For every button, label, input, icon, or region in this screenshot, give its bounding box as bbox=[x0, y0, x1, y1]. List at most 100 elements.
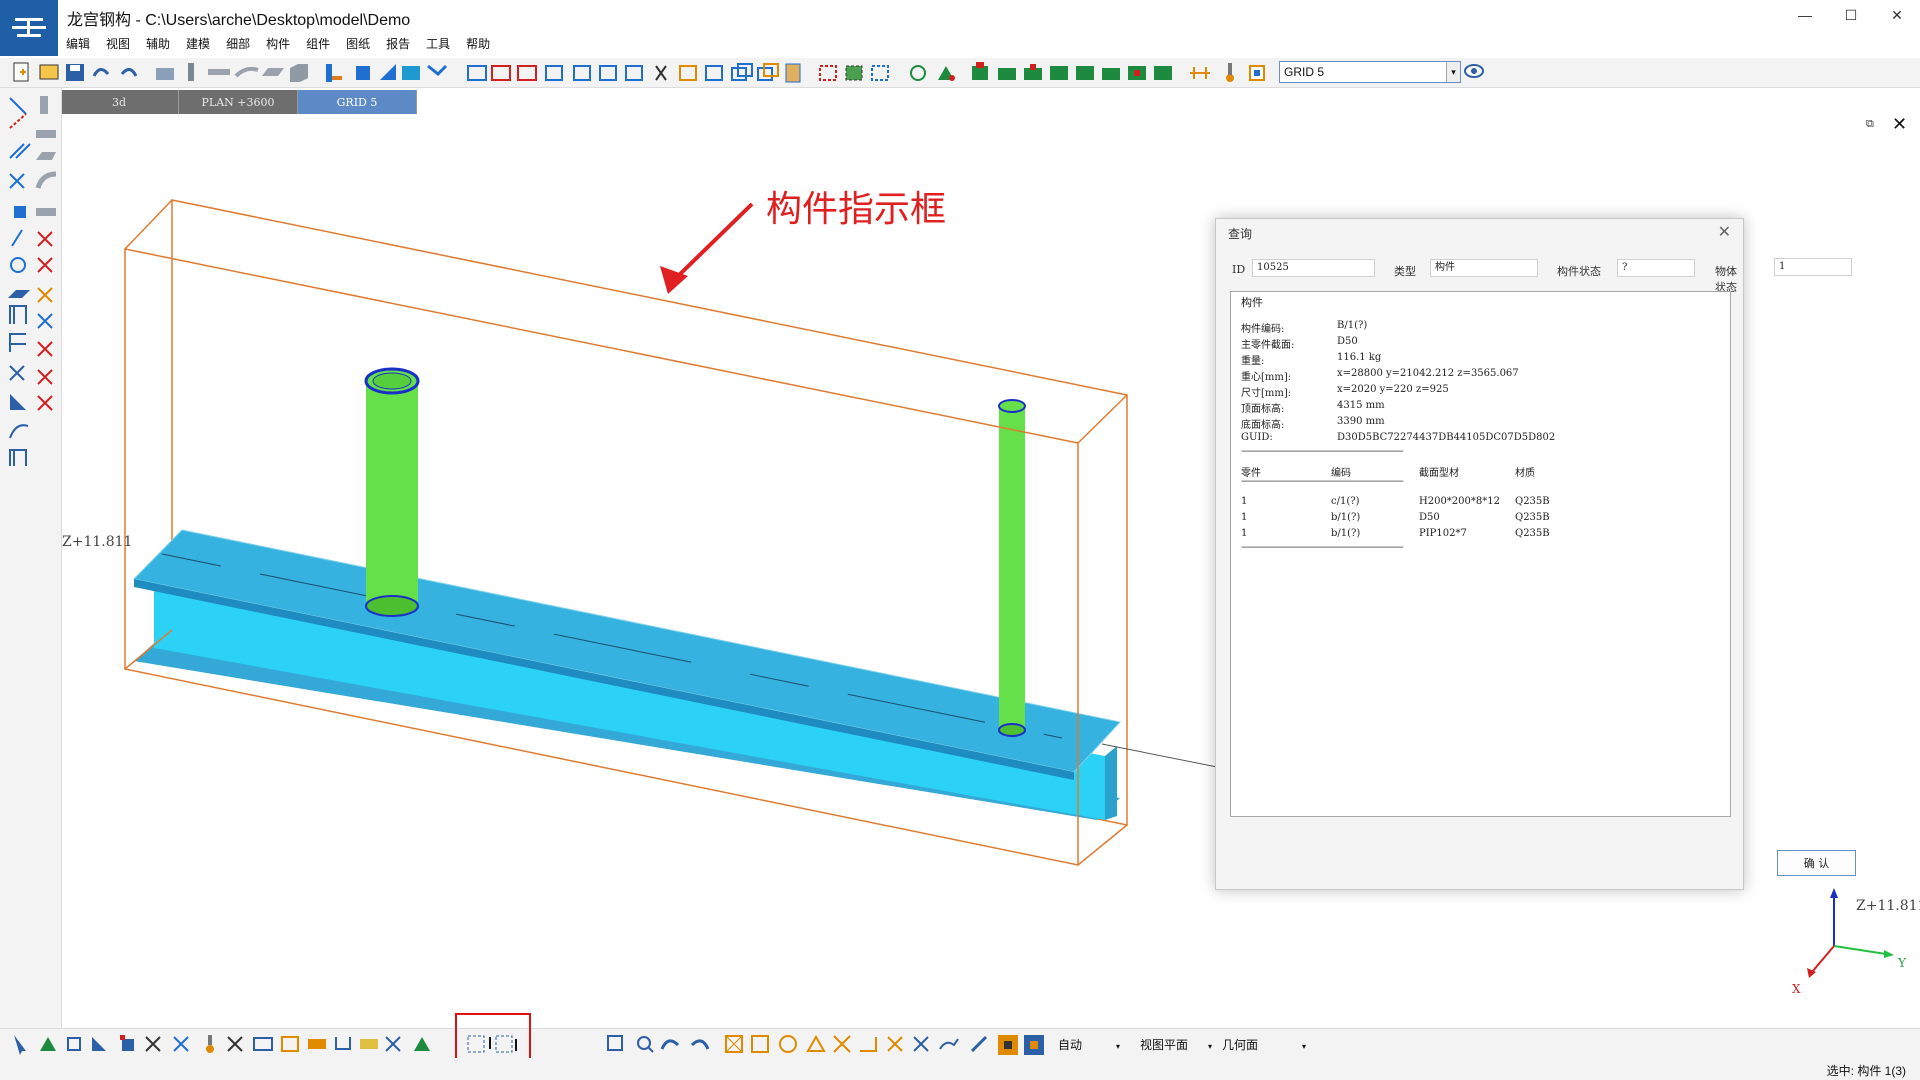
save-icon[interactable] bbox=[66, 64, 84, 81]
undo-icon[interactable] bbox=[92, 68, 110, 77]
field-id-input[interactable]: 10525 bbox=[1252, 259, 1375, 277]
plane-tool-icon[interactable] bbox=[8, 290, 30, 298]
column-icon[interactable] bbox=[156, 68, 174, 80]
node-4-icon[interactable] bbox=[1050, 66, 1068, 80]
node-1-icon[interactable] bbox=[972, 62, 988, 80]
select-triangle-icon[interactable] bbox=[92, 1037, 106, 1051]
field-type-input[interactable]: 构件 bbox=[1430, 259, 1538, 277]
select-square-icon[interactable] bbox=[120, 1035, 134, 1051]
weld-5-icon[interactable] bbox=[37, 341, 53, 357]
node-2-icon[interactable] bbox=[998, 68, 1016, 80]
weld-2-icon[interactable] bbox=[37, 257, 53, 273]
frame-tool-icon[interactable] bbox=[9, 305, 27, 324]
beam-tool-icon[interactable] bbox=[36, 130, 56, 138]
select-rect-icon[interactable] bbox=[67, 1037, 81, 1051]
frame-2-icon[interactable] bbox=[9, 333, 26, 352]
menu-assist[interactable]: 辅助 bbox=[138, 34, 178, 54]
zoom-window-icon[interactable] bbox=[607, 1035, 623, 1051]
node-6-icon[interactable] bbox=[1102, 68, 1120, 80]
plate-icon[interactable] bbox=[262, 68, 284, 76]
grid-2-icon[interactable] bbox=[573, 65, 591, 81]
menu-component[interactable]: 组件 bbox=[298, 34, 338, 54]
highlight-icon[interactable] bbox=[1249, 65, 1265, 81]
select-mode-dropdown[interactable]: 自动 ▾ bbox=[1058, 1036, 1120, 1053]
menu-drawing[interactable]: 图纸 bbox=[338, 34, 378, 54]
redo-view-icon[interactable] bbox=[690, 1039, 710, 1050]
snap-on-1-icon[interactable] bbox=[998, 1035, 1018, 1055]
weld-6-icon[interactable] bbox=[37, 369, 53, 385]
snap-perp-icon[interactable] bbox=[860, 1037, 877, 1052]
snap-arrow-icon[interactable] bbox=[970, 1035, 988, 1053]
snap-rect-icon[interactable] bbox=[751, 1035, 769, 1053]
select-box-icon[interactable] bbox=[819, 65, 837, 81]
edge-snap-icon[interactable] bbox=[308, 1039, 326, 1049]
dialog-close-icon[interactable]: ✕ bbox=[1718, 222, 1731, 241]
grid-snap-icon[interactable] bbox=[281, 1036, 299, 1052]
undo-view-icon[interactable] bbox=[660, 1039, 680, 1050]
menu-report[interactable]: 报告 bbox=[378, 34, 418, 54]
view-3-icon[interactable] bbox=[517, 65, 537, 81]
snap-on-2-icon[interactable] bbox=[1024, 1035, 1044, 1055]
new-file-icon[interactable] bbox=[13, 62, 29, 82]
snap-mid-icon[interactable] bbox=[887, 1036, 903, 1052]
brace-tool-icon[interactable] bbox=[9, 365, 25, 381]
axis-snap-icon[interactable] bbox=[385, 1036, 401, 1052]
pin-icon[interactable] bbox=[1226, 63, 1234, 82]
rect-tool-icon[interactable] bbox=[14, 206, 26, 218]
grid-icon[interactable] bbox=[545, 65, 563, 81]
ramp-tool-icon[interactable] bbox=[10, 394, 26, 410]
weld-7-icon[interactable] bbox=[37, 395, 53, 411]
mid-snap-icon[interactable] bbox=[360, 1039, 378, 1049]
corner-icon[interactable] bbox=[380, 64, 396, 80]
select-pointer-icon[interactable] bbox=[14, 1035, 26, 1055]
fit-icon[interactable] bbox=[679, 65, 697, 81]
open-file-icon[interactable] bbox=[39, 64, 59, 80]
node-8-icon[interactable] bbox=[1154, 66, 1172, 80]
select-point-icon[interactable] bbox=[40, 1037, 56, 1051]
plane-dropdown[interactable]: 视图平面 ▾ bbox=[1140, 1036, 1212, 1053]
grid-3-icon[interactable] bbox=[599, 65, 617, 81]
menu-view[interactable]: 视图 bbox=[98, 34, 138, 54]
curved-tool-icon[interactable] bbox=[35, 171, 57, 189]
field-object-status-input[interactable]: 1 bbox=[1774, 258, 1852, 276]
close-button[interactable]: ✕ bbox=[1874, 0, 1920, 30]
dashed-line-icon[interactable] bbox=[9, 113, 27, 129]
angle-line-icon[interactable] bbox=[9, 173, 25, 189]
truss-tool-icon[interactable] bbox=[9, 449, 27, 466]
curved-beam-icon[interactable] bbox=[234, 66, 259, 78]
tab-grid-5[interactable]: GRID 5 bbox=[298, 90, 417, 114]
menu-detail[interactable]: 细部 bbox=[218, 34, 258, 54]
tab-3d[interactable]: 3d bbox=[60, 90, 179, 114]
copy-view-2-icon[interactable] bbox=[757, 63, 779, 81]
node-3-icon[interactable] bbox=[1024, 64, 1042, 80]
select-box-2-icon[interactable] bbox=[845, 65, 863, 81]
tab-plan[interactable]: PLAN +3600 bbox=[179, 90, 298, 114]
stiffener-icon[interactable] bbox=[356, 66, 370, 80]
snap-box-icon[interactable] bbox=[725, 1035, 743, 1053]
viewport-close-icon[interactable]: ✕ bbox=[1892, 114, 1907, 135]
node-snap-icon[interactable] bbox=[414, 1037, 430, 1051]
snap-circle-icon[interactable] bbox=[779, 1035, 797, 1053]
scissor-snap-icon[interactable] bbox=[227, 1036, 243, 1052]
snap-triangle-icon[interactable] bbox=[806, 1034, 826, 1052]
snap-dropdown[interactable]: 几何面 ▾ bbox=[1222, 1036, 1306, 1053]
crop-icon[interactable] bbox=[705, 65, 723, 81]
eye-icon[interactable] bbox=[1464, 63, 1484, 79]
arc-tool-icon[interactable] bbox=[9, 424, 29, 439]
select-box-3-icon[interactable] bbox=[871, 65, 889, 81]
pin-snap-icon[interactable] bbox=[206, 1035, 214, 1053]
node-7-icon[interactable] bbox=[1128, 66, 1146, 80]
chevron-down-icon[interactable]: ▾ bbox=[1446, 62, 1460, 82]
weld-tool-icon[interactable] bbox=[37, 231, 53, 247]
measure-icon[interactable] bbox=[910, 65, 926, 81]
copy-view-icon[interactable] bbox=[731, 63, 753, 81]
snap-cross-2-icon[interactable] bbox=[913, 1036, 929, 1052]
point-icon[interactable] bbox=[938, 66, 955, 81]
clipboard-icon[interactable] bbox=[785, 63, 801, 83]
menu-modeling[interactable]: 建模 bbox=[178, 34, 218, 54]
view-select[interactable]: GRID 5 ▾ bbox=[1279, 61, 1461, 83]
snap-curve-icon[interactable] bbox=[939, 1038, 959, 1050]
view-2-icon[interactable] bbox=[491, 65, 511, 81]
dimension-icon[interactable] bbox=[1190, 67, 1210, 79]
ok-button[interactable]: 确 认 bbox=[1777, 850, 1856, 876]
